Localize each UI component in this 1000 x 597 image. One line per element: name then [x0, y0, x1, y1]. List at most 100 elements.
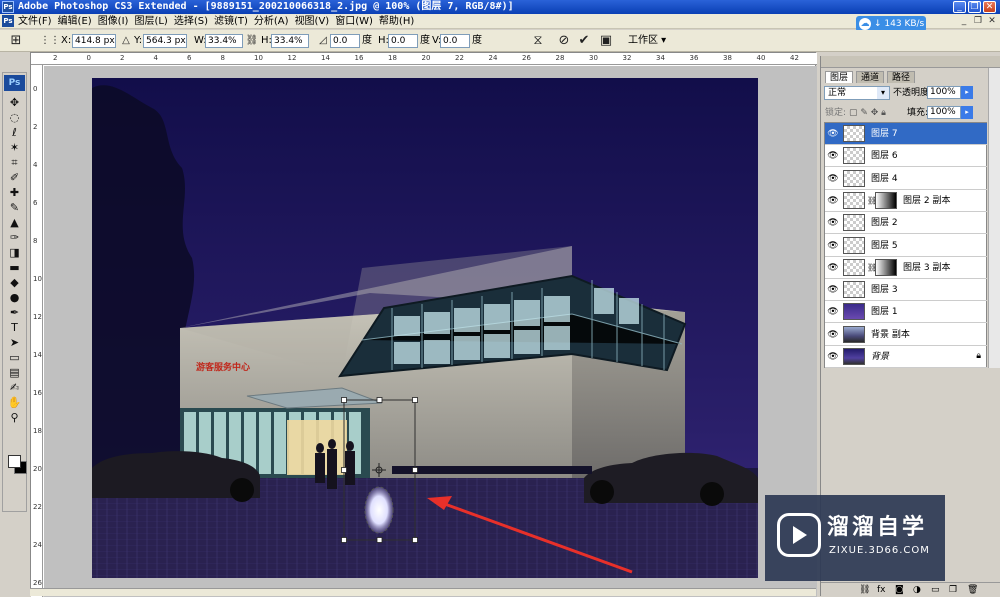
menu-item[interactable]: 选择(S) — [174, 14, 214, 29]
visibility-eye-icon[interactable]: 👁︎ — [827, 284, 839, 296]
move-tool[interactable]: ✥ — [4, 95, 25, 110]
tab-paths[interactable]: 路径 — [887, 71, 916, 83]
healing-tool[interactable]: ✚ — [4, 185, 25, 200]
magic-wand-tool[interactable]: ✶ — [4, 140, 25, 155]
transform-tool-icon[interactable]: ⊞ — [8, 33, 24, 49]
transform-handle[interactable] — [376, 397, 383, 403]
shape-tool[interactable]: ▭ — [4, 350, 25, 365]
delete-layer-icon[interactable]: 🗑︎ — [967, 584, 978, 596]
layer-row[interactable]: 👁︎ ⛓ 图层 3 副本 — [825, 257, 987, 279]
eraser-tool[interactable]: ◨ — [4, 245, 25, 260]
palette-well-icon[interactable]: ▣ — [598, 33, 614, 49]
horizontal-ruler[interactable]: 2 0 2 4 6 8 10 12 14 16 18 20 22 24 26 28 30 32 34 36 38 40 42 — [31, 53, 817, 65]
menu-item[interactable]: 滤镜(T) — [214, 14, 254, 29]
hand-tool[interactable]: ✋ — [4, 395, 25, 410]
eyedropper-tool[interactable]: ✍ — [4, 380, 25, 395]
doc-minimize-icon[interactable]: _ — [958, 16, 970, 27]
history-brush-tool[interactable]: ✑ — [4, 230, 25, 245]
layer-row[interactable]: 👁︎ 背景 🔒︎ — [825, 346, 987, 368]
visibility-eye-icon[interactable]: 👁︎ — [827, 240, 839, 252]
panel-header[interactable] — [821, 56, 1000, 68]
layer-row[interactable]: 👁︎ 背景 副本 — [825, 324, 987, 346]
minimize-icon[interactable]: _ — [953, 1, 966, 13]
path-select-tool[interactable]: ➤ — [4, 335, 25, 350]
menu-item[interactable]: 窗口(W) — [335, 14, 379, 29]
pen-tool[interactable]: ✒ — [4, 305, 25, 320]
menu-item[interactable]: 图层(L) — [134, 14, 173, 29]
gradient-tool[interactable]: ▬ — [4, 260, 25, 275]
visibility-eye-icon[interactable]: 👁︎ — [827, 195, 839, 207]
panel-scrollbar[interactable] — [988, 68, 1000, 368]
opacity-input[interactable]: 100% ▸ — [927, 86, 973, 99]
document-canvas[interactable]: 游客服务中心 — [92, 78, 758, 578]
vskew-input[interactable]: 0.0 — [440, 34, 470, 48]
height-input[interactable]: 33.4% — [271, 34, 309, 48]
visibility-eye-icon[interactable]: 👁︎ — [827, 329, 839, 341]
tab-channels[interactable]: 通道 — [856, 71, 885, 83]
transform-handle[interactable] — [341, 467, 347, 473]
lasso-tool[interactable]: ℓ — [4, 125, 25, 140]
transform-handle[interactable] — [341, 397, 347, 403]
cancel-transform-icon[interactable]: ⊘ — [556, 33, 572, 49]
restore-icon[interactable]: ❐ — [968, 1, 981, 13]
visibility-eye-icon[interactable]: 👁︎ — [827, 351, 839, 363]
menu-item[interactable]: 图像(I) — [98, 14, 135, 29]
menu-item[interactable]: 视图(V) — [295, 14, 336, 29]
menu-item[interactable]: 编辑(E) — [58, 14, 98, 29]
new-layer-icon[interactable]: ❐ — [949, 584, 957, 596]
blend-mode-select[interactable]: 正常 ▾ — [824, 86, 890, 100]
close-icon[interactable]: ✕ — [983, 1, 996, 13]
menu-item[interactable]: 分析(A) — [254, 14, 295, 29]
zoom-tool[interactable]: ⚲ — [4, 410, 25, 425]
warp-mode-icon[interactable]: ⧖ — [530, 33, 546, 49]
commit-transform-icon[interactable]: ✔ — [576, 33, 592, 49]
blur-tool[interactable]: ◆ — [4, 275, 25, 290]
transform-handle[interactable] — [412, 467, 418, 473]
visibility-eye-icon[interactable]: 👁︎ — [827, 173, 839, 185]
visibility-eye-icon[interactable]: 👁︎ — [827, 217, 839, 229]
layer-row[interactable]: 👁︎ 图层 5 — [825, 235, 987, 257]
menu-item[interactable]: 文件(F) — [18, 14, 58, 29]
layer-style-icon[interactable]: fx — [877, 584, 886, 596]
visibility-eye-icon[interactable]: 👁︎ — [827, 150, 839, 162]
doc-restore-icon[interactable]: ❐ — [972, 16, 984, 27]
transform-handle[interactable] — [376, 537, 383, 543]
y-input[interactable]: 564.3 px — [143, 34, 187, 48]
stamp-tool[interactable]: ▲ — [4, 215, 25, 230]
dodge-tool[interactable]: ● — [4, 290, 25, 305]
visibility-eye-icon[interactable]: 👁︎ — [827, 262, 839, 274]
fill-slider-icon[interactable]: ▸ — [961, 106, 973, 119]
opacity-slider-icon[interactable]: ▸ — [961, 86, 973, 99]
layer-row[interactable]: 👁︎ 图层 4 — [825, 168, 987, 190]
vertical-ruler[interactable]: 0 2 4 6 8 10 12 14 16 18 20 22 24 26 — [31, 65, 43, 597]
adjustment-layer-icon[interactable]: ◑ — [913, 584, 921, 596]
visibility-eye-icon[interactable]: 👁︎ — [827, 306, 839, 318]
workspace-button[interactable]: 工作区 ▾ — [628, 34, 666, 48]
layer-row[interactable]: 👁︎ 图层 3 — [825, 279, 987, 302]
rotate-input[interactable]: 0.0 — [330, 34, 360, 48]
layer-row[interactable]: 👁︎ 图层 1 — [825, 301, 987, 324]
menu-item[interactable]: 帮助(H) — [379, 14, 420, 29]
foreground-color-swatch[interactable] — [8, 455, 21, 468]
layer-row[interactable]: 👁︎ 图层 6 — [825, 145, 987, 168]
document-icon[interactable]: Ps — [2, 15, 14, 27]
photoshop-logo[interactable]: Ps — [4, 75, 25, 91]
relative-position-icon[interactable]: △ — [118, 33, 134, 49]
layer-row[interactable]: 👁︎ 图层 2 — [825, 212, 987, 235]
slice-tool[interactable]: ✐ — [4, 170, 25, 185]
tab-layers[interactable]: 图层 — [825, 71, 854, 83]
lock-icons[interactable]: ▢ ✎ ✥ 🔒︎ — [849, 107, 886, 119]
width-input[interactable]: 33.4% — [205, 34, 243, 48]
layer-row[interactable]: 👁︎ 图层 7 — [825, 123, 987, 145]
doc-close-icon[interactable]: ✕ — [986, 16, 998, 27]
crop-tool[interactable]: ⌗ — [4, 155, 25, 170]
add-mask-icon[interactable]: ◙ — [895, 584, 904, 596]
transform-handle[interactable] — [412, 537, 418, 543]
reference-point-icon[interactable]: ⋮⋮ — [40, 33, 60, 49]
brush-tool[interactable]: ✎ — [4, 200, 25, 215]
marquee-tool[interactable]: ◌ — [4, 110, 25, 125]
x-input[interactable]: 414.8 px — [72, 34, 116, 48]
visibility-eye-icon[interactable]: 👁︎ — [827, 128, 839, 140]
transform-handle[interactable] — [341, 537, 347, 543]
new-group-icon[interactable]: ▭ — [931, 584, 940, 596]
